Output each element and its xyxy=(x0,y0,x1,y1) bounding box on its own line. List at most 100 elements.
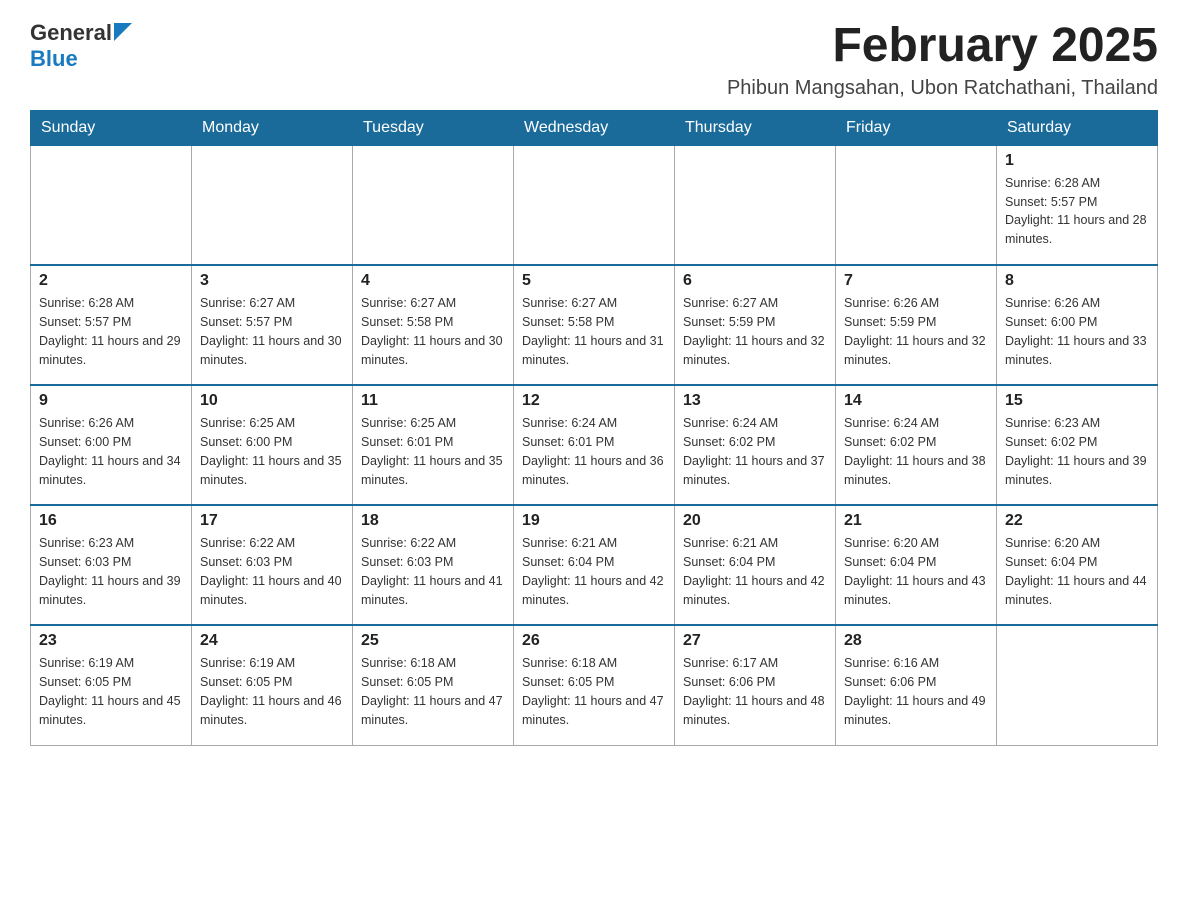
calendar-cell-week5-day5: 27 Sunrise: 6:17 AMSunset: 6:06 PMDayligh… xyxy=(675,625,836,745)
day-number: 27 xyxy=(683,632,827,650)
day-info: Sunrise: 6:20 AMSunset: 6:04 PMDaylight:… xyxy=(1005,534,1149,609)
day-info: Sunrise: 6:22 AMSunset: 6:03 PMDaylight:… xyxy=(361,534,505,609)
header-monday: Monday xyxy=(192,110,353,145)
header-tuesday: Tuesday xyxy=(353,110,514,145)
calendar-cell-week5-day1: 23Sunrise: 6:19 AMSunset: 6:05 PMDayligh… xyxy=(31,625,192,745)
day-info: Sunrise: 6:19 AMSunset: 6:05 PMDaylight:… xyxy=(200,654,344,729)
week-row-3: 9Sunrise: 6:26 AMSunset: 6:00 PMDaylight… xyxy=(31,385,1158,505)
day-number: 8 xyxy=(1005,272,1149,290)
day-number: 18 xyxy=(361,512,505,530)
calendar-cell-week4-day5: 20 Sunrise: 6:21 AMSunset: 6:04 PMDayligh… xyxy=(675,505,836,625)
calendar-cell-week2-day1: 2 Sunrise: 6:28 AMSunset: 5:57 PMDaylight… xyxy=(31,265,192,385)
day-info: Sunrise: 6:18 AMSunset: 6:05 PMDaylight:… xyxy=(361,654,505,729)
day-number: 13 xyxy=(683,392,827,410)
week-row-5: 23 Sunrise: 6:19 AMSunset: 6:05 PMDayligh… xyxy=(31,625,1158,745)
day-number: 2 xyxy=(39,272,183,290)
day-info: Sunrise: 6:17 AMSunset: 6:06 PMDaylight:… xyxy=(683,654,827,729)
header-friday: Friday xyxy=(836,110,997,145)
day-number: 22 xyxy=(1005,512,1149,530)
header-thursday: Thursday xyxy=(675,110,836,145)
calendar-cell-week3-day2: 10 Sunrise: 6:25 AMSunset: 6:00 PMDayligh… xyxy=(192,385,353,505)
day-number: 4 xyxy=(361,272,505,290)
logo-general-text: General xyxy=(30,20,112,46)
day-number: 1 xyxy=(1005,152,1149,170)
day-info: Sunrise: 6:27 AMSunset: 5:57 PMDaylight:… xyxy=(200,294,344,369)
calendar-cell-week4-day6: 21 Sunrise: 6:20 AMSunset: 6:04 PMDayligh… xyxy=(836,505,997,625)
day-info: Sunrise: 6:21 AMSunset: 6:04 PMDaylight:… xyxy=(683,534,827,609)
calendar-cell-week4-day2: 17 Sunrise: 6:22 AMSunset: 6:03 PMDayligh… xyxy=(192,505,353,625)
day-number: 23 xyxy=(39,632,183,650)
calendar-cell-week3-day1: 9Sunrise: 6:26 AMSunset: 6:00 PMDaylight… xyxy=(31,385,192,505)
day-info: Sunrise: 6:27 AMSunset: 5:58 PMDaylight:… xyxy=(522,294,666,369)
calendar-cell-week2-day6: 7 Sunrise: 6:26 AMSunset: 5:59 PMDaylight… xyxy=(836,265,997,385)
day-info: Sunrise: 6:24 AMSunset: 6:01 PMDaylight:… xyxy=(522,414,666,489)
day-number: 5 xyxy=(522,272,666,290)
calendar-cell-week2-day3: 4Sunrise: 6:27 AMSunset: 5:58 PMDaylight… xyxy=(353,265,514,385)
calendar-cell-week1-day4 xyxy=(514,145,675,265)
header-saturday: Saturday xyxy=(997,110,1158,145)
day-info: Sunrise: 6:18 AMSunset: 6:05 PMDaylight:… xyxy=(522,654,666,729)
day-number: 3 xyxy=(200,272,344,290)
day-number: 19 xyxy=(522,512,666,530)
calendar-cell-week3-day4: 12 Sunrise: 6:24 AMSunset: 6:01 PMDayligh… xyxy=(514,385,675,505)
calendar-cell-week3-day7: 15Sunrise: 6:23 AMSunset: 6:02 PMDayligh… xyxy=(997,385,1158,505)
week-row-4: 16 Sunrise: 6:23 AMSunset: 6:03 PMDayligh… xyxy=(31,505,1158,625)
day-number: 21 xyxy=(844,512,988,530)
day-info: Sunrise: 6:24 AMSunset: 6:02 PMDaylight:… xyxy=(683,414,827,489)
header-wednesday: Wednesday xyxy=(514,110,675,145)
day-info: Sunrise: 6:25 AMSunset: 6:01 PMDaylight:… xyxy=(361,414,505,489)
calendar-cell-week4-day7: 22 Sunrise: 6:20 AMSunset: 6:04 PMDayligh… xyxy=(997,505,1158,625)
calendar-header-row: Sunday Monday Tuesday Wednesday Thursday… xyxy=(31,110,1158,145)
week-row-1: 1 Sunrise: 6:28 AMSunset: 5:57 PMDaylight… xyxy=(31,145,1158,265)
day-info: Sunrise: 6:23 AMSunset: 6:02 PMDaylight:… xyxy=(1005,414,1149,489)
calendar-cell-week1-day2 xyxy=(192,145,353,265)
day-number: 14 xyxy=(844,392,988,410)
calendar-cell-week4-day1: 16 Sunrise: 6:23 AMSunset: 6:03 PMDayligh… xyxy=(31,505,192,625)
calendar-cell-week2-day5: 6Sunrise: 6:27 AMSunset: 5:59 PMDaylight… xyxy=(675,265,836,385)
calendar-cell-week3-day6: 14 Sunrise: 6:24 AMSunset: 6:02 PMDayligh… xyxy=(836,385,997,505)
day-info: Sunrise: 6:23 AMSunset: 6:03 PMDaylight:… xyxy=(39,534,183,609)
day-info: Sunrise: 6:26 AMSunset: 6:00 PMDaylight:… xyxy=(1005,294,1149,369)
calendar-cell-week4-day3: 18 Sunrise: 6:22 AMSunset: 6:03 PMDayligh… xyxy=(353,505,514,625)
day-info: Sunrise: 6:22 AMSunset: 6:03 PMDaylight:… xyxy=(200,534,344,609)
day-info: Sunrise: 6:26 AMSunset: 5:59 PMDaylight:… xyxy=(844,294,988,369)
calendar-cell-week2-day7: 8 Sunrise: 6:26 AMSunset: 6:00 PMDaylight… xyxy=(997,265,1158,385)
day-number: 20 xyxy=(683,512,827,530)
day-number: 25 xyxy=(361,632,505,650)
day-number: 16 xyxy=(39,512,183,530)
calendar-cell-week1-day3 xyxy=(353,145,514,265)
calendar-cell-week1-day5 xyxy=(675,145,836,265)
day-info: Sunrise: 6:20 AMSunset: 6:04 PMDaylight:… xyxy=(844,534,988,609)
header-sunday: Sunday xyxy=(31,110,192,145)
calendar-cell-week2-day4: 5 Sunrise: 6:27 AMSunset: 5:58 PMDaylight… xyxy=(514,265,675,385)
calendar-cell-week5-day2: 24Sunrise: 6:19 AMSunset: 6:05 PMDayligh… xyxy=(192,625,353,745)
calendar-cell-week5-day7 xyxy=(997,625,1158,745)
calendar-cell-week2-day2: 3 Sunrise: 6:27 AMSunset: 5:57 PMDaylight… xyxy=(192,265,353,385)
logo: General Blue xyxy=(30,20,132,72)
day-number: 28 xyxy=(844,632,988,650)
page-header: General Blue February 2025 Phibun Mangsa… xyxy=(30,20,1158,100)
calendar-cell-week1-day7: 1 Sunrise: 6:28 AMSunset: 5:57 PMDaylight… xyxy=(997,145,1158,265)
calendar-cell-week5-day4: 26 Sunrise: 6:18 AMSunset: 6:05 PMDayligh… xyxy=(514,625,675,745)
day-number: 7 xyxy=(844,272,988,290)
day-info: Sunrise: 6:28 AMSunset: 5:57 PMDaylight:… xyxy=(39,294,183,369)
calendar-table: Sunday Monday Tuesday Wednesday Thursday… xyxy=(30,110,1158,746)
calendar-cell-week5-day6: 28 Sunrise: 6:16 AMSunset: 6:06 PMDayligh… xyxy=(836,625,997,745)
day-number: 17 xyxy=(200,512,344,530)
calendar-cell-week4-day4: 19Sunrise: 6:21 AMSunset: 6:04 PMDayligh… xyxy=(514,505,675,625)
day-info: Sunrise: 6:24 AMSunset: 6:02 PMDaylight:… xyxy=(844,414,988,489)
calendar-cell-week3-day5: 13 Sunrise: 6:24 AMSunset: 6:02 PMDayligh… xyxy=(675,385,836,505)
day-number: 26 xyxy=(522,632,666,650)
calendar-cell-week3-day3: 11 Sunrise: 6:25 AMSunset: 6:01 PMDayligh… xyxy=(353,385,514,505)
calendar-cell-week1-day1 xyxy=(31,145,192,265)
day-number: 10 xyxy=(200,392,344,410)
day-number: 11 xyxy=(361,392,505,410)
location-title: Phibun Mangsahan, Ubon Ratchathani, Thai… xyxy=(727,77,1158,100)
day-info: Sunrise: 6:16 AMSunset: 6:06 PMDaylight:… xyxy=(844,654,988,729)
logo-arrow-icon xyxy=(114,23,132,41)
day-number: 12 xyxy=(522,392,666,410)
day-info: Sunrise: 6:28 AMSunset: 5:57 PMDaylight:… xyxy=(1005,174,1149,249)
day-info: Sunrise: 6:25 AMSunset: 6:00 PMDaylight:… xyxy=(200,414,344,489)
day-number: 9 xyxy=(39,392,183,410)
day-number: 6 xyxy=(683,272,827,290)
